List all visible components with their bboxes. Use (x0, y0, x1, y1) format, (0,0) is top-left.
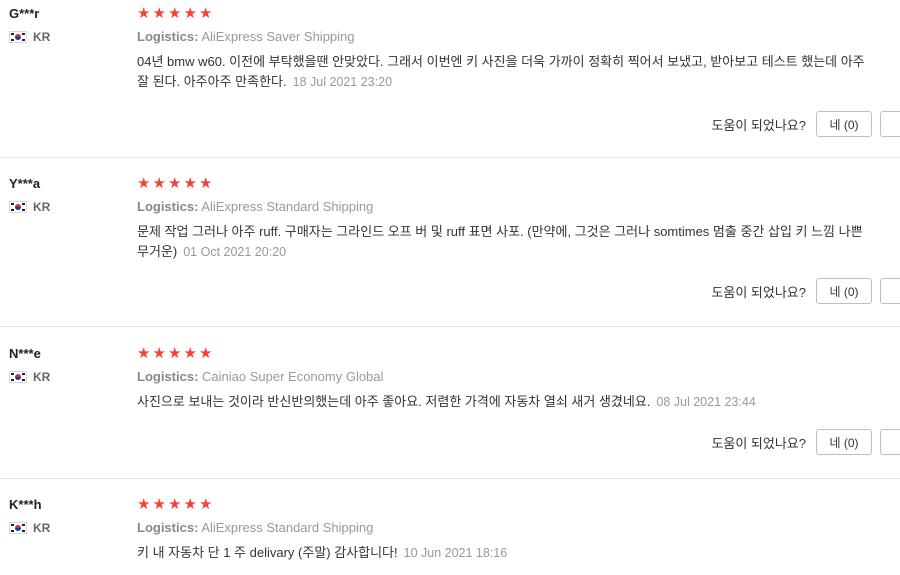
star-rating: ★ ★ ★ ★ ★ (137, 344, 215, 362)
kr-flag-icon (9, 31, 27, 43)
star-icon: ★ (168, 345, 182, 362)
helpful-question: 도움이 되었나요? (711, 435, 806, 451)
star-rating: ★ ★ ★ ★ ★ (137, 174, 215, 192)
review-divider (0, 326, 900, 327)
logistics-info: Logistics: AliExpress Saver Shipping (137, 29, 355, 44)
country-code: KR (33, 521, 51, 535)
review-text: 사진으로 보내는 것이라 반신반의했는데 아주 좋아요. 저렴한 가격에 자동차… (137, 392, 877, 412)
helpful-no-button[interactable] (880, 278, 900, 304)
star-icon: ★ (168, 175, 182, 192)
logistics-info: Logistics: Cainiao Super Economy Global (137, 369, 383, 384)
star-icon: ★ (199, 5, 213, 22)
review-date: 10 Jun 2021 18:16 (403, 546, 508, 560)
star-icon: ★ (183, 5, 197, 22)
kr-flag-icon (9, 371, 27, 383)
star-rating: ★ ★ ★ ★ ★ (137, 4, 215, 22)
logistics-info: Logistics: AliExpress Standard Shipping (137, 520, 373, 535)
star-icon: ★ (168, 5, 182, 22)
country-code: KR (33, 30, 51, 44)
review-date: 01 Oct 2021 20:20 (183, 245, 287, 259)
shipping-method: AliExpress Standard Shipping (201, 199, 374, 214)
star-icon: ★ (152, 345, 166, 362)
kr-flag-icon (9, 522, 27, 534)
star-icon: ★ (199, 345, 213, 362)
helpful-yes-button[interactable]: 네 (0) (816, 278, 872, 304)
reviewer-country: KR (9, 200, 50, 214)
star-icon: ★ (152, 175, 166, 192)
review-body: 사진으로 보내는 것이라 반신반의했는데 아주 좋아요. 저렴한 가격에 자동차… (137, 394, 651, 409)
star-icon: ★ (183, 496, 197, 513)
review-text: 키 내 자동차 단 1 주 delivary (주말) 감사합니다! 10 Jun… (137, 543, 877, 563)
helpful-question: 도움이 되었나요? (711, 284, 806, 300)
star-icon: ★ (137, 496, 151, 513)
star-icon: ★ (183, 345, 197, 362)
reviewer-name: K***h (9, 497, 42, 512)
shipping-method: Cainiao Super Economy Global (202, 369, 384, 384)
kr-flag-icon (9, 201, 27, 213)
helpful-vote: 도움이 되었나요? 네 (0) (711, 278, 900, 304)
review-text: 04년 bmw w60. 이전에 부탁했을땐 안맞았다. 그래서 이번엔 키 사… (137, 52, 877, 92)
helpful-yes-button[interactable]: 네 (0) (816, 429, 872, 455)
reviewer-name: G***r (9, 6, 40, 21)
country-code: KR (33, 370, 51, 384)
review-body: 04년 bmw w60. 이전에 부탁했을땐 안맞았다. 그래서 이번엔 키 사… (137, 54, 865, 89)
helpful-vote: 도움이 되었나요? 네 (0) (711, 111, 900, 137)
star-icon: ★ (137, 5, 151, 22)
shipping-method: AliExpress Standard Shipping (201, 520, 374, 535)
shipping-method: AliExpress Saver Shipping (201, 29, 355, 44)
review-text: 문제 작업 그러나 아주 ruff. 구매자는 그라인드 오프 버 및 ruff… (137, 222, 877, 262)
reviewer-name: Y***a (9, 176, 41, 191)
star-icon: ★ (137, 345, 151, 362)
star-icon: ★ (183, 175, 197, 192)
reviewer-country: KR (9, 30, 50, 44)
review-date: 08 Jul 2021 23:44 (656, 395, 756, 409)
review-divider (0, 478, 900, 479)
review-body: 키 내 자동차 단 1 주 delivary (주말) 감사합니다! (137, 545, 398, 560)
reviewer-name: N***e (9, 346, 41, 361)
star-icon: ★ (168, 496, 182, 513)
logistics-label: Logistics: (137, 199, 199, 214)
review-divider (0, 157, 900, 158)
helpful-no-button[interactable] (880, 429, 900, 455)
helpful-question: 도움이 되었나요? (711, 117, 806, 133)
helpful-no-button[interactable] (880, 111, 900, 137)
star-icon: ★ (152, 496, 166, 513)
logistics-label: Logistics: (137, 520, 199, 535)
star-icon: ★ (199, 175, 213, 192)
helpful-vote: 도움이 되었나요? 네 (0) (711, 429, 900, 455)
reviewer-country: KR (9, 370, 50, 384)
logistics-label: Logistics: (137, 29, 199, 44)
review-date: 18 Jul 2021 23:20 (292, 75, 393, 89)
star-icon: ★ (137, 175, 151, 192)
logistics-label: Logistics: (137, 369, 199, 384)
reviewer-country: KR (9, 521, 50, 535)
country-code: KR (33, 200, 51, 214)
star-rating: ★ ★ ★ ★ ★ (137, 495, 215, 513)
logistics-info: Logistics: AliExpress Standard Shipping (137, 199, 373, 214)
star-icon: ★ (152, 5, 166, 22)
star-icon: ★ (199, 496, 213, 513)
helpful-yes-button[interactable]: 네 (0) (816, 111, 872, 137)
